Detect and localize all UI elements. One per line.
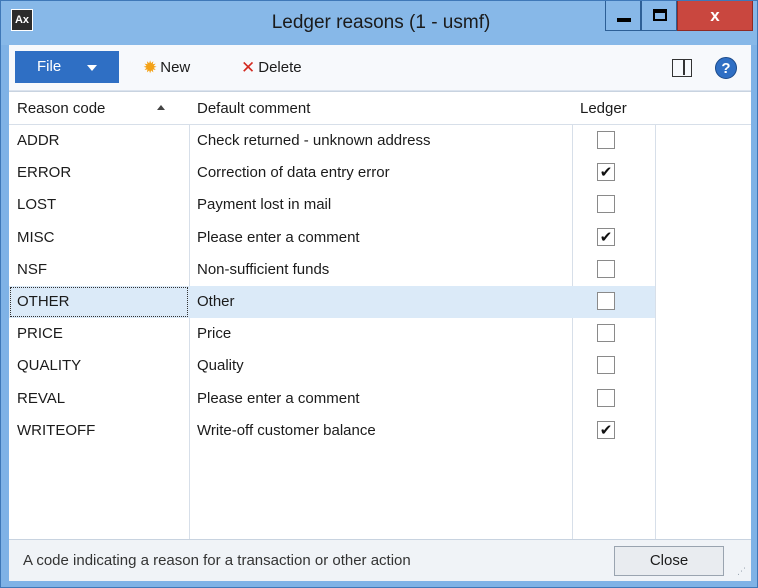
- default-comment-cell[interactable]: Other: [189, 286, 572, 318]
- default-comment-cell[interactable]: Payment lost in mail: [189, 189, 572, 221]
- close-button[interactable]: Close: [614, 546, 724, 576]
- delete-label: Delete: [258, 59, 302, 76]
- table-row[interactable]: WRITEOFF Write-off customer balance ✔: [9, 415, 655, 447]
- table-row[interactable]: OTHER Other: [9, 286, 655, 318]
- table-row[interactable]: NSF Non-sufficient funds: [9, 254, 655, 286]
- default-comment-cell[interactable]: Correction of data entry error: [189, 157, 572, 189]
- table-row[interactable]: PRICE Price: [9, 318, 655, 350]
- delete-button[interactable]: ✕ Delete: [241, 56, 302, 80]
- table-row[interactable]: QUALITY Quality: [9, 350, 655, 382]
- column-divider: [655, 92, 656, 540]
- ledger-checkbox[interactable]: [597, 131, 615, 149]
- ledger-checkbox[interactable]: [597, 195, 615, 214]
- maximize-icon: [653, 9, 667, 21]
- file-menu-button[interactable]: File: [15, 51, 119, 83]
- table-row[interactable]: MISC Please enter a comment ✔: [9, 222, 655, 254]
- default-comment-cell[interactable]: Write-off customer balance: [189, 415, 572, 447]
- column-header-default-comment[interactable]: Default comment: [189, 92, 572, 125]
- column-header-ledger[interactable]: Ledger: [572, 92, 655, 125]
- column-header-label: Reason code: [17, 100, 106, 117]
- table-row[interactable]: ERROR Correction of data entry error ✔: [9, 157, 655, 189]
- table-row[interactable]: REVAL Please enter a comment: [9, 383, 655, 415]
- client-area: File ✹ New ✕ Delete ? Reason code Default: [9, 45, 751, 581]
- new-button[interactable]: ✹ New: [143, 56, 190, 80]
- reason-code-cell[interactable]: MISC: [9, 222, 189, 254]
- reason-code-cell[interactable]: OTHER: [9, 286, 189, 318]
- default-comment-cell[interactable]: Please enter a comment: [189, 383, 572, 415]
- sun-icon: ✹: [143, 58, 158, 78]
- file-menu-label: File: [37, 58, 62, 75]
- ledger-reasons-window: Ax Ledger reasons (1 - usmf) x File ✹ New…: [0, 0, 758, 588]
- reason-code-cell[interactable]: PRICE: [9, 318, 189, 350]
- reason-code-cell[interactable]: NSF: [9, 254, 189, 286]
- default-comment-cell[interactable]: Check returned - unknown address: [189, 125, 572, 157]
- reason-code-cell[interactable]: WRITEOFF: [9, 415, 189, 447]
- default-comment-cell[interactable]: Quality: [189, 350, 572, 382]
- sort-ascending-icon: [157, 105, 165, 110]
- reason-code-cell[interactable]: ADDR: [9, 125, 189, 157]
- action-pane: File ✹ New ✕ Delete ?: [9, 45, 751, 91]
- reasons-grid: Reason code Default comment Ledger ADDR C…: [9, 91, 751, 540]
- default-comment-cell[interactable]: Price: [189, 318, 572, 350]
- x-icon: ✕: [241, 58, 256, 78]
- reason-code-cell[interactable]: QUALITY: [9, 350, 189, 382]
- ledger-checkbox[interactable]: [597, 324, 615, 343]
- column-header-reason-code[interactable]: Reason code: [9, 92, 189, 125]
- default-comment-cell[interactable]: Non-sufficient funds: [189, 254, 572, 286]
- help-text: A code indicating a reason for a transac…: [23, 552, 411, 569]
- status-bar: A code indicating a reason for a transac…: [9, 539, 751, 581]
- minimize-icon: [617, 18, 631, 22]
- ledger-checkbox[interactable]: ✔: [597, 420, 615, 439]
- ledger-checkbox[interactable]: [597, 259, 615, 278]
- new-label: New: [160, 59, 191, 76]
- resize-grip-icon[interactable]: ⋰: [737, 567, 749, 580]
- ledger-checkbox[interactable]: ✔: [597, 227, 615, 246]
- table-row[interactable]: ADDR Check returned - unknown address: [9, 125, 655, 157]
- table-row[interactable]: LOST Payment lost in mail: [9, 189, 655, 221]
- ledger-checkbox[interactable]: [597, 356, 615, 375]
- panel-icon[interactable]: [672, 59, 692, 77]
- close-window-button[interactable]: x: [677, 1, 753, 31]
- ledger-checkbox[interactable]: [597, 292, 615, 310]
- ledger-checkbox[interactable]: ✔: [597, 163, 615, 182]
- chevron-down-icon: [87, 65, 97, 71]
- default-comment-cell[interactable]: Please enter a comment: [189, 222, 572, 254]
- help-icon[interactable]: ?: [715, 57, 737, 79]
- reason-code-cell[interactable]: LOST: [9, 189, 189, 221]
- minimize-button[interactable]: [605, 1, 641, 31]
- maximize-button[interactable]: [641, 1, 677, 31]
- window-title: Ledger reasons (1 - usmf): [271, 12, 491, 33]
- ledger-checkbox[interactable]: [597, 388, 615, 407]
- close-icon: x: [710, 6, 720, 25]
- reason-code-cell[interactable]: ERROR: [9, 157, 189, 189]
- title-bar[interactable]: Ax Ledger reasons (1 - usmf) x: [1, 1, 757, 45]
- app-icon[interactable]: Ax: [11, 9, 33, 31]
- reason-code-cell[interactable]: REVAL: [9, 383, 189, 415]
- grid-header: Reason code Default comment Ledger: [9, 92, 751, 125]
